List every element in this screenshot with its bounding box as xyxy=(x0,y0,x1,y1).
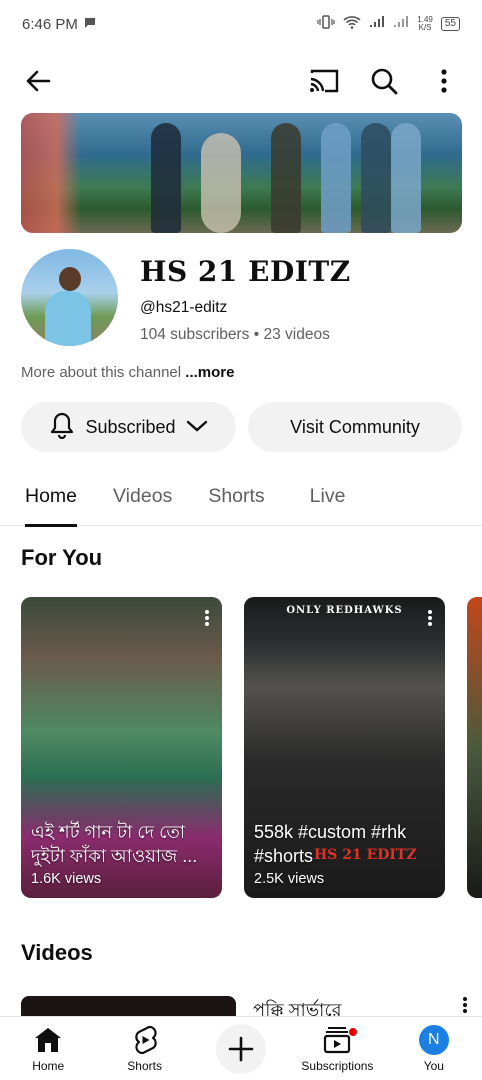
channel-banner xyxy=(21,113,462,233)
section-title-videos: Videos xyxy=(21,940,93,965)
tab-live[interactable]: Live xyxy=(310,466,346,526)
nav-you[interactable]: N You xyxy=(386,1017,482,1080)
chevron-down-icon xyxy=(186,417,208,438)
vibrate-icon xyxy=(317,15,335,33)
more-vert-icon[interactable] xyxy=(204,609,210,632)
bottom-navigation: Home Shorts Subscriptions N You xyxy=(0,1016,482,1080)
video-count: 23 videos xyxy=(263,326,330,343)
wifi-icon xyxy=(343,15,361,33)
nav-you-label: You xyxy=(423,1058,444,1073)
subscriptions-icon xyxy=(322,1025,359,1055)
nav-shorts-label: Shorts xyxy=(127,1058,162,1073)
status-bar: 6:46 PM 1.49 K/S 55 xyxy=(0,0,482,48)
tab-videos[interactable]: Videos xyxy=(113,466,172,526)
nav-subscriptions-label: Subscriptions xyxy=(301,1058,374,1073)
short-card[interactable]: এই শর্ট গান টা দে তো দুইটা ফাঁকা আওয়াজ … xyxy=(21,597,222,898)
status-time: 6:46 PM xyxy=(22,15,78,33)
short-card[interactable]: ONLY REDHAWKS HS 21 EDITZ 558k #custom #… xyxy=(244,597,445,898)
network-speed: 1.49 K/S xyxy=(417,16,433,32)
channel-handle: @hs21-editz xyxy=(140,299,228,316)
card-title: এই শর্ট গান টা দে তো দুইটা ফাঁকা আওয়াজ … xyxy=(31,822,198,866)
nav-create[interactable] xyxy=(193,1017,289,1080)
nav-home[interactable]: Home xyxy=(0,1017,96,1080)
speed-unit: K/S xyxy=(418,23,432,32)
more-link[interactable]: ...more xyxy=(185,364,234,381)
plus-icon xyxy=(228,1036,254,1061)
back-arrow-icon[interactable] xyxy=(20,63,56,99)
notification-dot xyxy=(348,1026,359,1037)
bell-icon xyxy=(49,411,75,444)
home-icon xyxy=(34,1025,62,1055)
cast-icon[interactable] xyxy=(306,63,342,99)
stats-separator: • xyxy=(253,326,260,343)
card-title: 558k #custom #rhk #shorts xyxy=(254,822,407,866)
user-avatar: N xyxy=(418,1024,449,1055)
signal-icon-2 xyxy=(393,15,409,33)
card-views: 2.5K views xyxy=(254,871,325,887)
message-icon xyxy=(84,16,96,33)
section-title-for-you: For You xyxy=(21,545,103,570)
tab-home[interactable]: Home xyxy=(25,466,78,527)
subscriber-count: 104 subscribers xyxy=(140,326,250,343)
subscribed-button[interactable]: Subscribed xyxy=(21,402,236,452)
search-icon[interactable] xyxy=(366,63,402,99)
create-button[interactable] xyxy=(216,1023,267,1074)
visit-community-button[interactable]: Visit Community xyxy=(248,402,462,452)
channel-actions: Subscribed Visit Community xyxy=(21,402,462,452)
about-text: More about this channel xyxy=(21,364,182,381)
channel-avatar[interactable] xyxy=(21,249,118,346)
shorts-icon xyxy=(132,1025,158,1055)
channel-tabs: Home Videos Shorts Live xyxy=(0,466,482,527)
channel-stats: 104 subscribers • 23 videos xyxy=(140,326,330,344)
nav-subscriptions[interactable]: Subscriptions xyxy=(289,1017,385,1080)
card-views: 1.6K views xyxy=(31,871,102,887)
channel-name: HS 21 EDITZ xyxy=(140,255,351,288)
nav-shorts[interactable]: Shorts xyxy=(96,1017,192,1080)
more-vert-icon[interactable] xyxy=(426,63,462,99)
card-top-label: ONLY REDHAWKS xyxy=(286,605,403,616)
channel-header: HS 21 EDITZ @hs21-editz 104 subscribers … xyxy=(21,249,462,349)
short-card-partial[interactable] xyxy=(467,597,482,898)
nav-home-label: Home xyxy=(32,1058,65,1073)
battery-indicator: 55 xyxy=(440,17,460,31)
subscribed-label: Subscribed xyxy=(85,416,176,437)
channel-about[interactable]: More about this channel ...more xyxy=(21,364,234,381)
app-bar xyxy=(0,56,482,106)
tab-shorts[interactable]: Shorts xyxy=(208,466,264,526)
more-vert-icon[interactable] xyxy=(427,609,433,632)
signal-icon xyxy=(369,15,385,33)
